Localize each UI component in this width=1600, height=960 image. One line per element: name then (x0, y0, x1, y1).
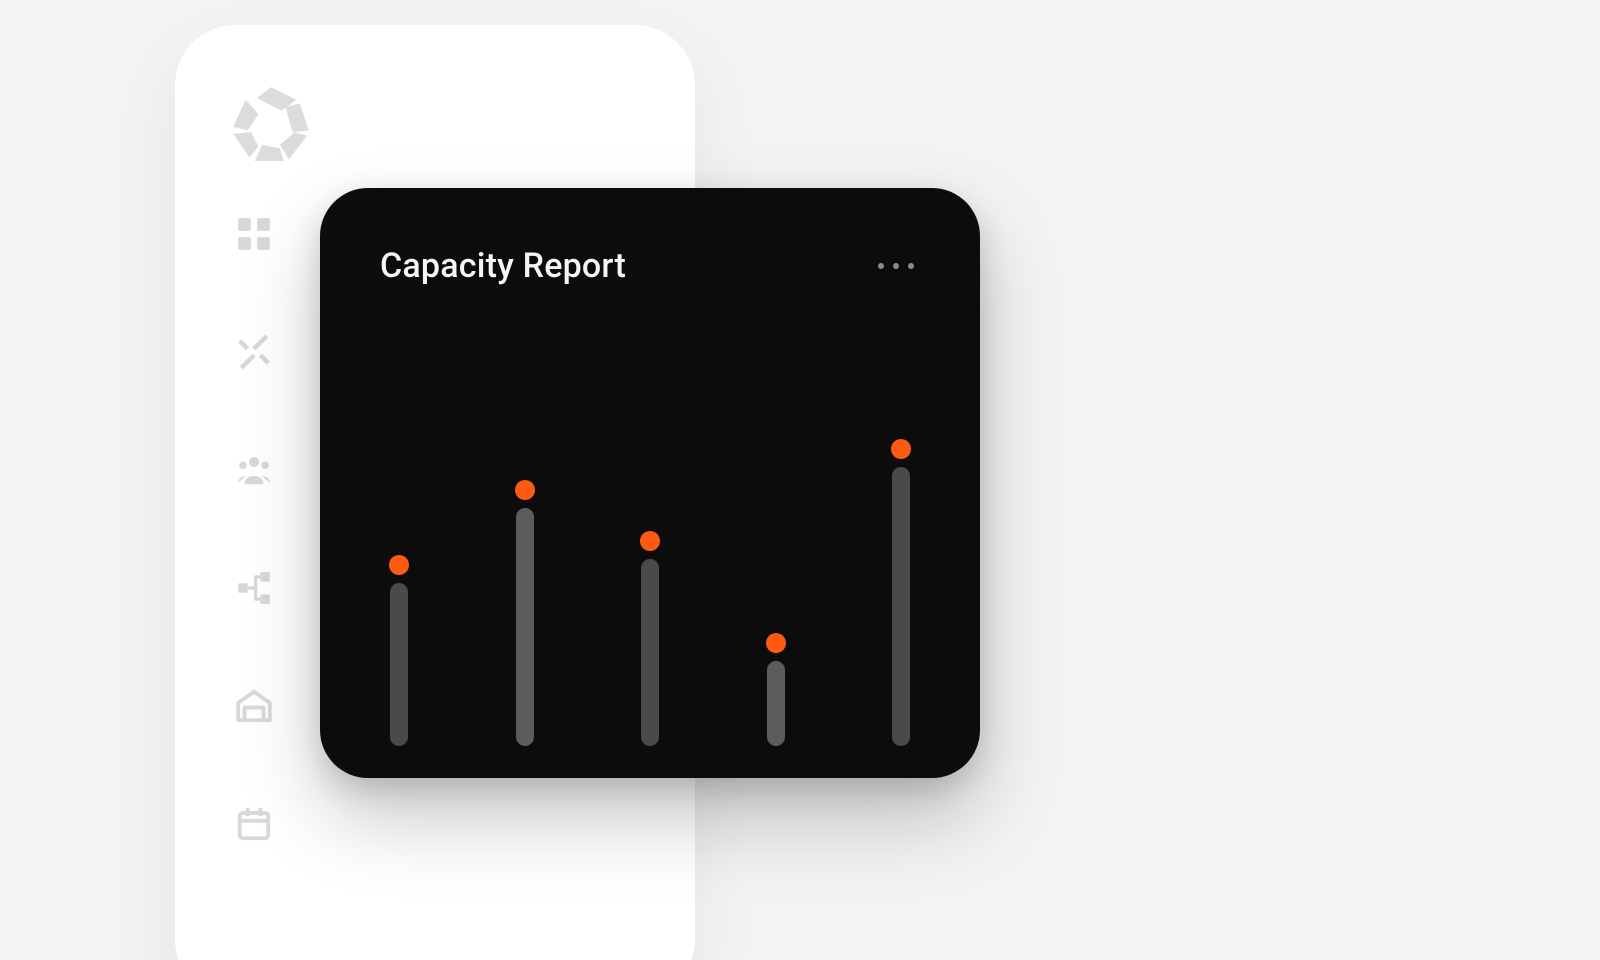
card-title: Capacity Report (380, 246, 626, 286)
dashboard-icon (235, 215, 273, 253)
more-icon (908, 263, 914, 269)
calendar-icon (235, 805, 273, 843)
chart-bar (767, 661, 785, 746)
more-icon (893, 263, 899, 269)
more-icon (878, 263, 884, 269)
sidebar-item-calendar[interactable] (235, 805, 273, 843)
chart-bar (390, 583, 408, 746)
bar-fill (892, 467, 910, 746)
bar-marker-dot (515, 480, 535, 500)
bar-fill (641, 559, 659, 746)
network-icon (235, 569, 273, 607)
bar-marker-dot (766, 633, 786, 653)
bar-marker-dot (640, 531, 660, 551)
sidebar-item-warehouse[interactable] (235, 687, 273, 725)
capacity-report-card: Capacity Report (320, 188, 980, 778)
capacity-bar-chart (380, 366, 920, 746)
tools-icon (235, 333, 273, 371)
bar-fill (516, 508, 534, 746)
card-header: Capacity Report (380, 246, 920, 286)
sidebar-item-team[interactable] (235, 451, 273, 489)
warehouse-icon (235, 687, 273, 725)
aperture-logo (223, 80, 319, 170)
sidebar-item-tools[interactable] (235, 333, 273, 371)
sidebar-item-dashboard[interactable] (235, 215, 273, 253)
chart-bar (892, 467, 910, 746)
bar-marker-dot (891, 439, 911, 459)
sidebar-item-network[interactable] (235, 569, 273, 607)
bar-fill (767, 661, 785, 746)
chart-bar (641, 559, 659, 746)
bar-marker-dot (389, 555, 409, 575)
bar-fill (390, 583, 408, 746)
more-options-button[interactable] (878, 263, 920, 269)
team-icon (235, 451, 273, 489)
chart-bar (516, 508, 534, 746)
